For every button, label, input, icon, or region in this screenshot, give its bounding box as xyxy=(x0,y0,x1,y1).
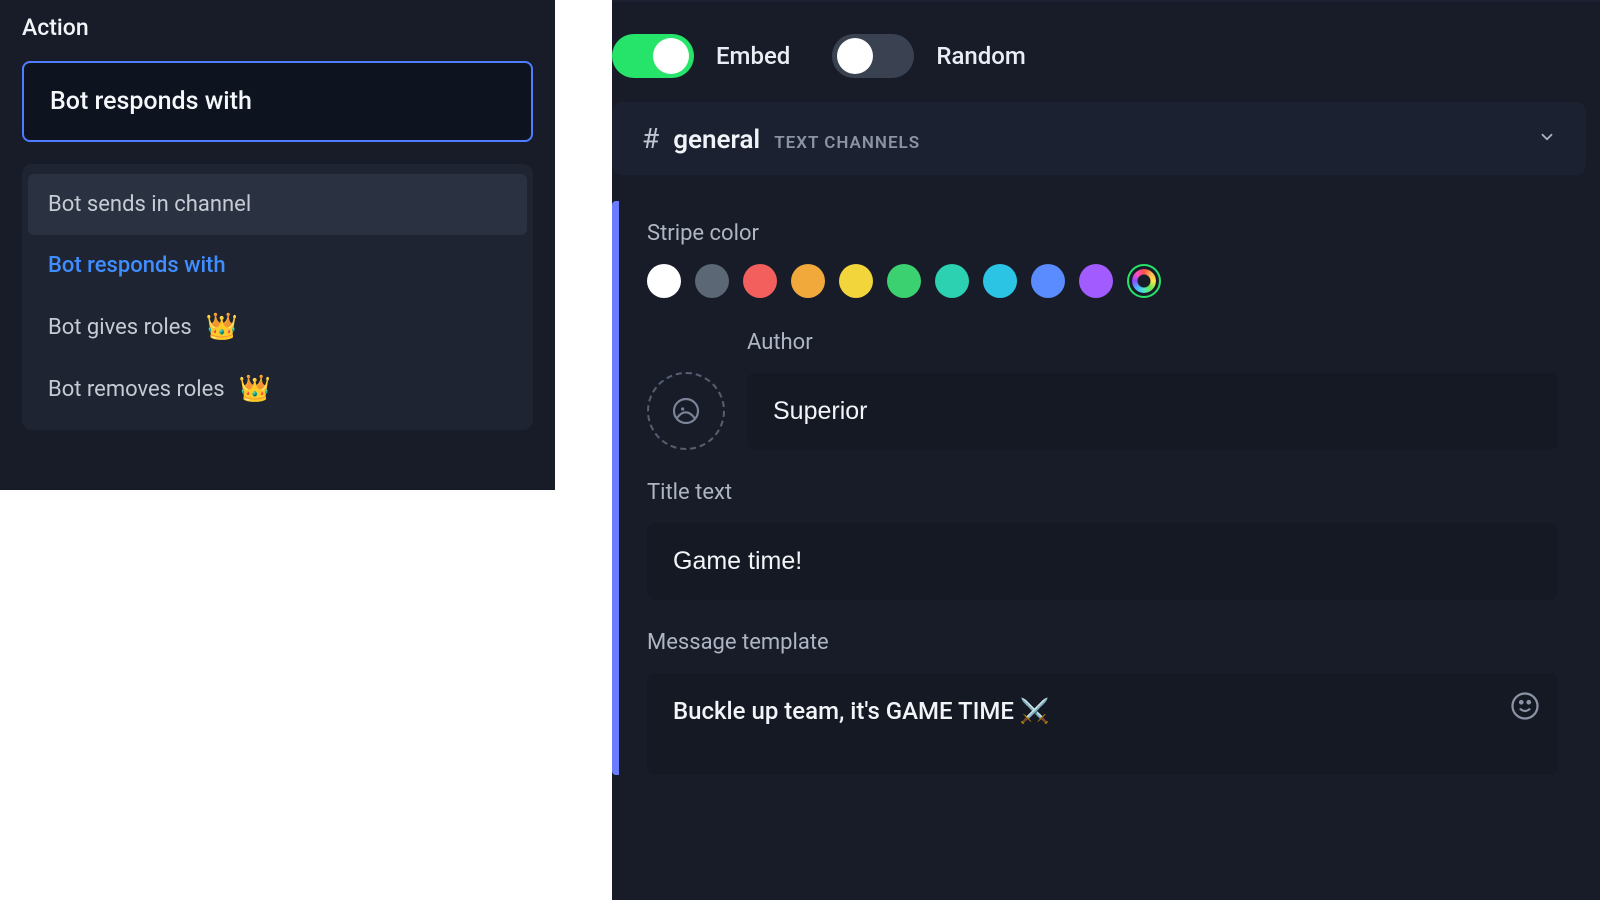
title-label: Title text xyxy=(647,480,1558,505)
action-option-label: Bot sends in channel xyxy=(48,192,251,217)
toggle-knob xyxy=(653,38,689,74)
color-swatch-purple[interactable] xyxy=(1079,264,1113,298)
color-swatch-blue[interactable] xyxy=(1031,264,1065,298)
embed-toggle-group: Embed xyxy=(612,34,790,78)
message-input[interactable]: Buckle up team, it's GAME TIME ⚔️ xyxy=(647,673,1558,775)
embed-toggle-label: Embed xyxy=(716,42,790,70)
toggle-row: Embed Random xyxy=(612,2,1600,102)
message-text: Buckle up team, it's GAME TIME ⚔️ xyxy=(673,697,1498,725)
author-row: Author xyxy=(647,330,1558,450)
hash-icon: # xyxy=(642,122,659,155)
color-swatch-teal[interactable] xyxy=(935,264,969,298)
color-swatch-white[interactable] xyxy=(647,264,681,298)
embed-editor: Stripe color Author Title text xyxy=(612,201,1586,775)
color-swatch-custom[interactable] xyxy=(1127,264,1161,298)
stripe-color-label: Stripe color xyxy=(647,221,1558,246)
author-input[interactable] xyxy=(747,373,1558,450)
embed-config-panel: Embed Random # general TEXT CHANNELS Str… xyxy=(612,0,1600,900)
action-option-label: Bot responds with xyxy=(48,253,226,278)
action-option-sends[interactable]: Bot sends in channel xyxy=(28,174,527,235)
author-label: Author xyxy=(747,330,1558,355)
channel-info: # general TEXT CHANNELS xyxy=(642,122,920,155)
channel-select[interactable]: # general TEXT CHANNELS xyxy=(612,102,1586,175)
action-option-label: Bot removes roles xyxy=(48,377,225,402)
action-dropdown: Bot sends in channel Bot responds with B… xyxy=(22,164,533,430)
action-option-responds[interactable]: Bot responds with xyxy=(22,235,533,296)
emoji-picker-button[interactable] xyxy=(1510,691,1540,721)
message-section: Message template Buckle up team, it's GA… xyxy=(647,630,1558,775)
action-option-gives-roles[interactable]: Bot gives roles 👑 xyxy=(22,296,533,358)
color-swatch-cyan[interactable] xyxy=(983,264,1017,298)
color-swatch-red[interactable] xyxy=(743,264,777,298)
message-label: Message template xyxy=(647,630,1558,655)
author-column: Author xyxy=(747,330,1558,450)
color-swatch-yellow[interactable] xyxy=(839,264,873,298)
crown-icon: 👑 xyxy=(239,376,271,402)
action-section-title: Action xyxy=(22,14,533,41)
embed-toggle[interactable] xyxy=(612,34,694,78)
chevron-down-icon xyxy=(1538,127,1556,151)
toggle-knob xyxy=(837,38,873,74)
action-option-label: Bot gives roles xyxy=(48,315,192,340)
title-input[interactable] xyxy=(647,523,1558,600)
color-swatch-green[interactable] xyxy=(887,264,921,298)
crown-icon: 👑 xyxy=(206,314,238,340)
action-panel: Action Bot responds with Bot sends in ch… xyxy=(0,0,555,490)
random-toggle-label: Random xyxy=(936,42,1025,70)
action-option-removes-roles[interactable]: Bot removes roles 👑 xyxy=(22,358,533,420)
stripe-color-row xyxy=(647,264,1558,298)
channel-caption: TEXT CHANNELS xyxy=(774,133,920,153)
color-swatch-orange[interactable] xyxy=(791,264,825,298)
title-section: Title text xyxy=(647,480,1558,600)
action-select[interactable]: Bot responds with xyxy=(22,61,533,142)
color-swatch-slate[interactable] xyxy=(695,264,729,298)
random-toggle[interactable] xyxy=(832,34,914,78)
author-avatar-upload[interactable] xyxy=(647,372,725,450)
random-toggle-group: Random xyxy=(832,34,1025,78)
channel-name: general xyxy=(673,125,760,155)
